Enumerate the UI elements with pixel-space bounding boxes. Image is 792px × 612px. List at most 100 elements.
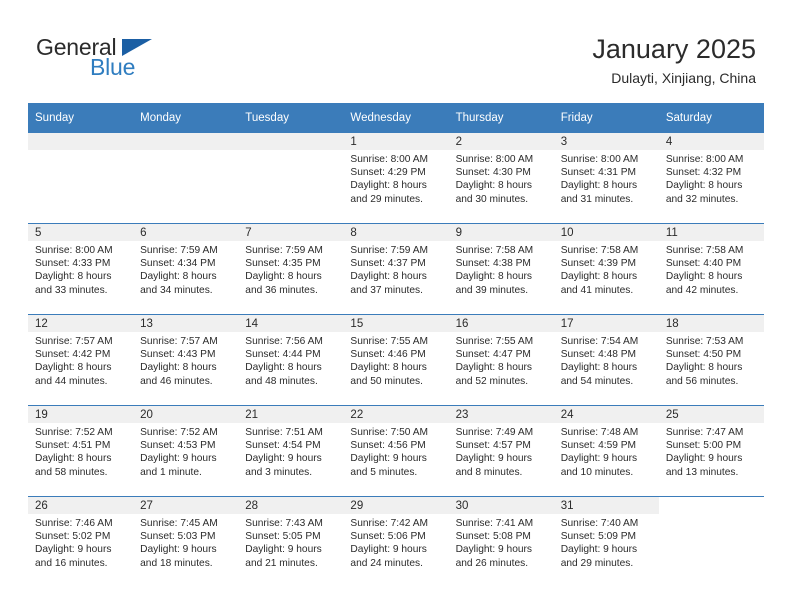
day-details: Sunrise: 8:00 AM Sunset: 4:33 PM Daylight:… xyxy=(28,241,133,297)
daylight-text-line1: Daylight: 8 hours xyxy=(455,362,533,374)
day-number: 24 xyxy=(553,406,659,423)
calendar-day-cell[interactable]: 22 Sunrise: 7:50 AM Sunset: 4:56 PM Dayligh… xyxy=(343,405,449,497)
calendar-day-cell[interactable]: 4 Sunrise: 8:00 AM Sunset: 4:32 PM Daylight… xyxy=(658,132,764,224)
day-details: Sunrise: 7:59 AM Sunset: 4:34 PM Daylight:… xyxy=(133,241,238,297)
calendar-day-cell[interactable]: 20 Sunrise: 7:52 AM Sunset: 4:53 PM Dayligh… xyxy=(133,405,239,497)
sunrise-text: Sunrise: 7:50 AM xyxy=(350,427,429,438)
calendar-day-cell[interactable]: 30 Sunrise: 7:41 AM Sunset: 5:08 PM Dayligh… xyxy=(448,496,554,587)
daylight-text-line1: Daylight: 9 hours xyxy=(245,544,322,556)
calendar-day-cell[interactable]: 3 Sunrise: 8:00 AM Sunset: 4:31 PM Daylight… xyxy=(553,132,659,224)
sunset-text: Sunset: 4:38 PM xyxy=(455,258,531,270)
daylight-text-line1: Daylight: 8 hours xyxy=(350,180,427,192)
sunset-text: Sunset: 4:47 PM xyxy=(455,349,531,361)
calendar-day-cell[interactable]: 13 Sunrise: 7:57 AM Sunset: 4:43 PM Dayligh… xyxy=(133,314,239,406)
day-details: Sunrise: 7:58 AM Sunset: 4:40 PM Daylight:… xyxy=(659,241,764,297)
calendar-day-cell[interactable]: 7 Sunrise: 7:59 AM Sunset: 4:35 PM Daylight… xyxy=(238,223,344,315)
calendar-day-cell[interactable]: 6 Sunrise: 7:59 AM Sunset: 4:34 PM Daylight… xyxy=(133,223,239,315)
daylight-text-line1: Daylight: 9 hours xyxy=(350,453,427,465)
calendar-day-cell[interactable]: 16 Sunrise: 7:55 AM Sunset: 4:47 PM Dayligh… xyxy=(448,314,554,406)
daylight-text-line1: Daylight: 8 hours xyxy=(35,362,112,374)
daylight-text-line2: and 16 minutes. xyxy=(35,557,108,569)
calendar-empty-cell xyxy=(133,132,239,224)
sunrise-text: Sunrise: 7:46 AM xyxy=(35,518,113,529)
calendar-day-cell[interactable]: 1 Sunrise: 8:00 AM Sunset: 4:29 PM Daylight… xyxy=(343,132,449,224)
sunrise-text: Sunrise: 7:59 AM xyxy=(140,245,218,256)
daylight-text-line2: and 33 minutes. xyxy=(35,284,108,296)
day-number: 29 xyxy=(343,497,449,514)
calendar-day-cell[interactable]: 11 Sunrise: 7:58 AM Sunset: 4:40 PM Dayligh… xyxy=(658,223,764,315)
sunset-text: Sunset: 4:33 PM xyxy=(35,258,111,270)
sunrise-text: Sunrise: 7:52 AM xyxy=(140,427,218,438)
day-details: Sunrise: 7:47 AM Sunset: 5:00 PM Daylight:… xyxy=(659,423,764,479)
calendar-day-cell[interactable]: 29 Sunrise: 7:42 AM Sunset: 5:06 PM Dayligh… xyxy=(343,496,449,587)
calendar-day-cell[interactable]: 15 Sunrise: 7:55 AM Sunset: 4:46 PM Dayligh… xyxy=(343,314,449,406)
day-details xyxy=(659,514,764,517)
calendar-day-cell[interactable]: 12 Sunrise: 7:57 AM Sunset: 4:42 PM Dayligh… xyxy=(28,314,134,406)
calendar-day-cell[interactable]: 21 Sunrise: 7:51 AM Sunset: 4:54 PM Dayligh… xyxy=(238,405,344,497)
daylight-text-line2: and 44 minutes. xyxy=(35,375,108,387)
daylight-text-line2: and 52 minutes. xyxy=(455,375,529,387)
sunrise-text: Sunrise: 7:57 AM xyxy=(35,336,113,347)
day-details: Sunrise: 7:56 AM Sunset: 4:44 PM Daylight:… xyxy=(238,332,343,388)
daylight-text-line2: and 58 minutes. xyxy=(35,466,108,478)
calendar-day-cell[interactable]: 23 Sunrise: 7:49 AM Sunset: 4:57 PM Dayligh… xyxy=(448,405,554,497)
day-number: 12 xyxy=(28,315,134,332)
sunrise-text: Sunrise: 7:58 AM xyxy=(665,245,744,256)
calendar-day-cell[interactable]: 19 Sunrise: 7:52 AM Sunset: 4:51 PM Dayligh… xyxy=(28,405,134,497)
daylight-text-line1: Daylight: 8 hours xyxy=(140,362,217,374)
location-subtitle: Dulayti, Xinjiang, China xyxy=(611,70,756,87)
day-details: Sunrise: 8:00 AM Sunset: 4:31 PM Daylight:… xyxy=(554,150,659,206)
day-details: Sunrise: 7:57 AM Sunset: 4:42 PM Daylight:… xyxy=(28,332,133,388)
calendar-day-cell[interactable]: 31 Sunrise: 7:40 AM Sunset: 5:09 PM Dayligh… xyxy=(553,496,659,587)
general-blue-logo: General Blue xyxy=(36,36,256,92)
day-cell-inner: 6 Sunrise: 7:59 AM Sunset: 4:34 PM Daylight… xyxy=(133,224,239,314)
calendar-day-cell[interactable]: 26 Sunrise: 7:46 AM Sunset: 5:02 PM Dayligh… xyxy=(28,496,134,587)
daylight-text-line1: Daylight: 9 hours xyxy=(455,453,533,465)
daylight-text-line2: and 39 minutes. xyxy=(455,284,529,296)
day-cell-inner: 22 Sunrise: 7:50 AM Sunset: 4:56 PM Dayligh… xyxy=(343,406,449,496)
calendar-empty-cell xyxy=(28,132,134,224)
sunrise-text: Sunrise: 7:45 AM xyxy=(140,518,218,529)
sunset-text: Sunset: 5:03 PM xyxy=(140,531,216,543)
day-number: 18 xyxy=(658,315,764,332)
day-cell-inner: 16 Sunrise: 7:55 AM Sunset: 4:47 PM Dayligh… xyxy=(448,315,554,405)
day-cell-inner: 11 Sunrise: 7:58 AM Sunset: 4:40 PM Dayligh… xyxy=(658,224,764,314)
day-cell-inner: 31 Sunrise: 7:40 AM Sunset: 5:09 PM Dayligh… xyxy=(553,497,659,587)
day-cell-inner: 5 Sunrise: 8:00 AM Sunset: 4:33 PM Daylight… xyxy=(28,224,134,314)
daylight-text-line2: and 3 minutes. xyxy=(245,466,313,478)
calendar-day-cell[interactable]: 24 Sunrise: 7:48 AM Sunset: 4:59 PM Dayligh… xyxy=(553,405,659,497)
calendar-day-cell[interactable]: 17 Sunrise: 7:54 AM Sunset: 4:48 PM Dayligh… xyxy=(553,314,659,406)
calendar-day-cell[interactable]: 8 Sunrise: 7:59 AM Sunset: 4:37 PM Daylight… xyxy=(343,223,449,315)
day-number: 1 xyxy=(343,133,449,150)
calendar-day-cell[interactable]: 14 Sunrise: 7:56 AM Sunset: 4:44 PM Dayligh… xyxy=(238,314,344,406)
daylight-text-line2: and 26 minutes. xyxy=(455,557,529,569)
day-details: Sunrise: 7:49 AM Sunset: 4:57 PM Daylight:… xyxy=(449,423,554,479)
day-number: 10 xyxy=(553,224,659,241)
calendar-day-cell[interactable]: 10 Sunrise: 7:58 AM Sunset: 4:39 PM Dayligh… xyxy=(553,223,659,315)
day-cell-inner: 29 Sunrise: 7:42 AM Sunset: 5:06 PM Dayligh… xyxy=(343,497,449,587)
calendar-day-cell[interactable]: 2 Sunrise: 8:00 AM Sunset: 4:30 PM Daylight… xyxy=(448,132,554,224)
sunrise-text: Sunrise: 7:55 AM xyxy=(350,336,429,347)
day-number: 14 xyxy=(238,315,344,332)
sunrise-text: Sunrise: 7:59 AM xyxy=(245,245,323,256)
daylight-text-line2: and 46 minutes. xyxy=(140,375,213,387)
daylight-text-line1: Daylight: 9 hours xyxy=(245,453,322,465)
calendar-day-cell[interactable]: 27 Sunrise: 7:45 AM Sunset: 5:03 PM Dayligh… xyxy=(133,496,239,587)
daylight-text-line1: Daylight: 8 hours xyxy=(35,271,112,283)
calendar-page: General Blue January 2025 Dulayti, Xinji… xyxy=(0,0,792,612)
calendar-day-cell[interactable]: 18 Sunrise: 7:53 AM Sunset: 4:50 PM Dayligh… xyxy=(658,314,764,406)
sunset-text: Sunset: 5:08 PM xyxy=(455,531,531,543)
calendar-day-cell[interactable]: 25 Sunrise: 7:47 AM Sunset: 5:00 PM Dayligh… xyxy=(658,405,764,497)
calendar-day-cell[interactable]: 28 Sunrise: 7:43 AM Sunset: 5:05 PM Dayligh… xyxy=(238,496,344,587)
daylight-text-line2: and 32 minutes. xyxy=(665,193,739,205)
calendar-day-cell[interactable]: 9 Sunrise: 7:58 AM Sunset: 4:38 PM Daylight… xyxy=(448,223,554,315)
daylight-text-line1: Daylight: 8 hours xyxy=(560,271,638,283)
day-cell-inner: 10 Sunrise: 7:58 AM Sunset: 4:39 PM Dayligh… xyxy=(553,224,659,314)
calendar-day-cell[interactable]: 5 Sunrise: 8:00 AM Sunset: 4:33 PM Daylight… xyxy=(28,223,134,315)
sunset-text: Sunset: 4:43 PM xyxy=(140,349,216,361)
sunrise-text: Sunrise: 7:56 AM xyxy=(245,336,323,347)
sunset-text: Sunset: 4:46 PM xyxy=(350,349,426,361)
sunrise-text: Sunrise: 7:58 AM xyxy=(560,245,639,256)
sunrise-text: Sunrise: 7:52 AM xyxy=(35,427,113,438)
day-details: Sunrise: 7:52 AM Sunset: 4:53 PM Daylight:… xyxy=(133,423,238,479)
